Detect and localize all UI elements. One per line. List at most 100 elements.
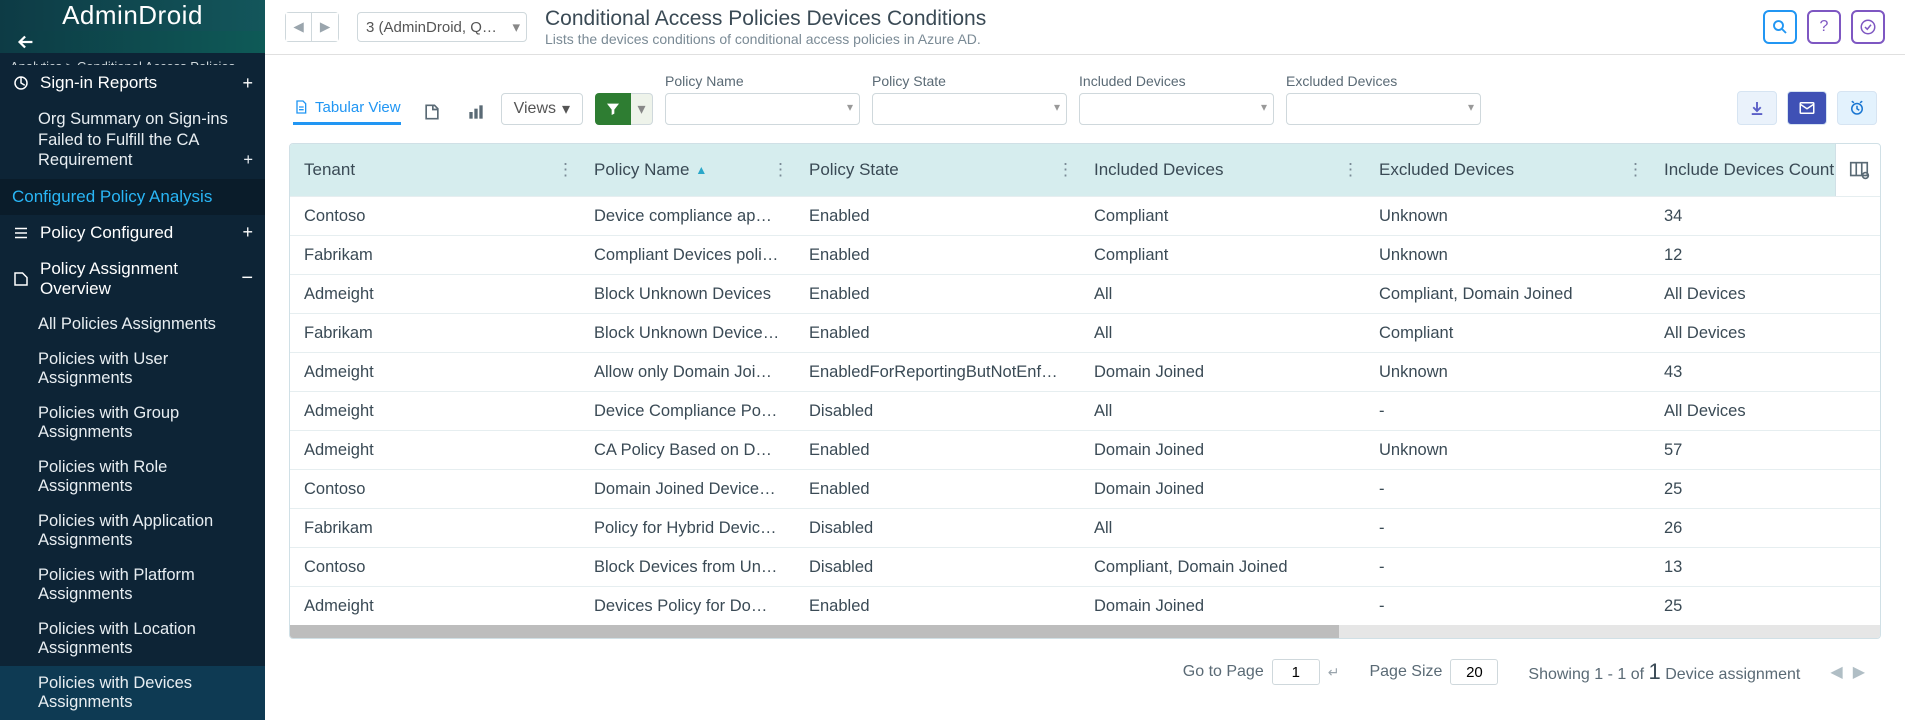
column-menu-icon[interactable]: ⋮: [772, 160, 789, 180]
filter-excluded-dropdown[interactable]: ▾: [1286, 93, 1481, 125]
collapse-icon[interactable]: −: [241, 267, 253, 290]
table-row[interactable]: FabrikamCompliant Devices poli…EnabledCo…: [290, 235, 1880, 274]
page-subtitle: Lists the devices conditions of conditio…: [545, 31, 986, 47]
history-forward-button[interactable]: ▶: [312, 13, 338, 41]
table-cell: Policy for Hybrid Devic…: [580, 519, 795, 538]
tabular-view-tab[interactable]: Tabular View: [293, 98, 401, 125]
column-header-policy-state[interactable]: Policy State⋮: [795, 144, 1080, 196]
history-back-button[interactable]: ◀: [286, 13, 312, 41]
sidebar-item-label: Configured Policy Analysis: [12, 187, 212, 207]
check-circle-icon: [1859, 18, 1877, 36]
expand-icon[interactable]: +: [243, 150, 253, 171]
schedule-button[interactable]: [1851, 10, 1885, 44]
sidebar-sub-item[interactable]: Policies with Location Assignments: [0, 612, 265, 666]
table-cell: Enabled: [795, 441, 1080, 460]
table-cell: -: [1365, 597, 1650, 616]
alert-button[interactable]: [1837, 91, 1877, 125]
goto-page-input[interactable]: [1272, 659, 1320, 685]
table-cell: All: [1080, 285, 1365, 304]
column-menu-icon[interactable]: ⋮: [557, 160, 574, 180]
back-button[interactable]: [0, 31, 265, 53]
filter-included-dropdown[interactable]: ▾: [1079, 93, 1274, 125]
column-menu-icon[interactable]: ⋮: [1057, 160, 1074, 180]
filter-policy-state-dropdown[interactable]: ▾: [872, 93, 1067, 125]
table-cell: 13: [1650, 558, 1860, 577]
table-cell: 43: [1650, 363, 1860, 382]
column-header-excluded[interactable]: Excluded Devices⋮: [1365, 144, 1650, 196]
tenant-dropdown[interactable]: 3 (AdminDroid, Q… ▾: [357, 12, 527, 42]
arrow-left-icon: [15, 31, 37, 53]
column-header-count[interactable]: Include Devices Count: [1650, 144, 1860, 196]
column-menu-icon[interactable]: ⋮: [1342, 160, 1359, 180]
sidebar-sub-item[interactable]: All Policies Assignments: [0, 307, 265, 342]
table-cell: Admeight: [290, 363, 580, 382]
sidebar-sub-item[interactable]: Policies with Platform Assignments: [0, 558, 265, 612]
chart-icon: [466, 102, 486, 122]
table-cell: -: [1365, 480, 1650, 499]
next-page-button[interactable]: ▶: [1853, 662, 1865, 682]
email-button[interactable]: [1787, 91, 1827, 125]
table-cell: Contoso: [290, 558, 580, 577]
views-label: Views: [514, 100, 556, 118]
column-menu-icon[interactable]: ⋮: [1627, 160, 1644, 180]
filter-policy-name-dropdown[interactable]: ▾: [665, 93, 860, 125]
assignment-icon: [12, 270, 30, 288]
expand-icon[interactable]: +: [242, 222, 253, 243]
chart-view-button[interactable]: [463, 99, 489, 125]
sidebar-item-policy-configured[interactable]: Policy Configured +: [0, 215, 265, 251]
table-row[interactable]: AdmeightCA Policy Based on Do…EnabledDom…: [290, 430, 1880, 469]
table-cell: Fabrikam: [290, 324, 580, 343]
table-cell: -: [1365, 558, 1650, 577]
views-dropdown[interactable]: Views ▾: [501, 93, 583, 125]
table-row[interactable]: AdmeightAllow only Domain Joi…EnabledFor…: [290, 352, 1880, 391]
topbar: ◀ ▶ 3 (AdminDroid, Q… ▾ Conditional Acce…: [265, 0, 1905, 55]
sidebar-sub-item[interactable]: Policies with Role Assignments: [0, 450, 265, 504]
table-cell: Enabled: [795, 480, 1080, 499]
table-cell: Contoso: [290, 207, 580, 226]
table-row[interactable]: ContosoBlock Devices from Unf…DisabledCo…: [290, 547, 1880, 586]
table-row[interactable]: AdmeightDevices Policy for Dom…EnabledDo…: [290, 586, 1880, 625]
table-cell: Compliant, Domain Joined: [1080, 558, 1365, 577]
sidebar-item-signin-reports[interactable]: Sign-in Reports +: [0, 65, 265, 101]
table-cell: Disabled: [795, 402, 1080, 421]
filter-button[interactable]: [595, 93, 631, 125]
filter-dropdown-toggle[interactable]: ▾: [631, 93, 653, 125]
filter-label-included: Included Devices: [1079, 73, 1274, 89]
sidebar-item-assignment-overview[interactable]: Policy Assignment Overview −: [0, 251, 265, 307]
report-icon: [12, 74, 30, 92]
table-cell: 25: [1650, 597, 1860, 616]
column-header-tenant[interactable]: Tenant⋮: [290, 144, 580, 196]
prev-page-button[interactable]: ◀: [1830, 662, 1842, 682]
search-button[interactable]: [1763, 10, 1797, 44]
filter-label-policy-name: Policy Name: [665, 73, 860, 89]
mail-icon: [1798, 99, 1816, 117]
sidebar-sub-item[interactable]: Policies with User Assignments: [0, 342, 265, 396]
expand-icon[interactable]: +: [242, 73, 253, 94]
column-header-included[interactable]: Included Devices⋮: [1080, 144, 1365, 196]
download-button[interactable]: [1737, 91, 1777, 125]
table-cell: 34: [1650, 207, 1860, 226]
export-button[interactable]: [419, 99, 445, 125]
tenant-dropdown-label: 3 (AdminDroid, Q…: [366, 19, 497, 36]
sidebar-item-org-summary[interactable]: Org Summary on Sign-ins Failed to Fulfil…: [0, 101, 265, 179]
table-row[interactable]: AdmeightBlock Unknown DevicesEnabledAllC…: [290, 274, 1880, 313]
table-row[interactable]: FabrikamBlock Unknown Device…EnabledAllC…: [290, 313, 1880, 352]
page-size-input[interactable]: [1450, 659, 1498, 685]
table-row[interactable]: AdmeightDevice Compliance Pol…DisabledAl…: [290, 391, 1880, 430]
sidebar-sub-item[interactable]: Policies with Application Assignments: [0, 504, 265, 558]
sidebar-sub-item[interactable]: Policies with Group Assignments: [0, 396, 265, 450]
horizontal-scrollbar[interactable]: [290, 625, 1880, 638]
list-icon: [12, 224, 30, 242]
table-cell: All: [1080, 519, 1365, 538]
table-cell: 57: [1650, 441, 1860, 460]
table-row[interactable]: ContosoDevice compliance app…EnabledComp…: [290, 196, 1880, 235]
sidebar-item-config-analysis[interactable]: Configured Policy Analysis: [0, 179, 265, 215]
column-header-policy-name[interactable]: Policy Name▲⋮: [580, 144, 795, 196]
help-button[interactable]: ?: [1807, 10, 1841, 44]
caret-down-icon: ▾: [1261, 100, 1267, 114]
table-row[interactable]: ContosoDomain Joined Device…EnabledDomai…: [290, 469, 1880, 508]
table-row[interactable]: FabrikamPolicy for Hybrid Devic…Disabled…: [290, 508, 1880, 547]
column-settings-button[interactable]: [1835, 144, 1881, 196]
question-icon: ?: [1820, 18, 1829, 36]
sidebar-sub-item[interactable]: Policies with Devices Assignments: [0, 666, 265, 720]
